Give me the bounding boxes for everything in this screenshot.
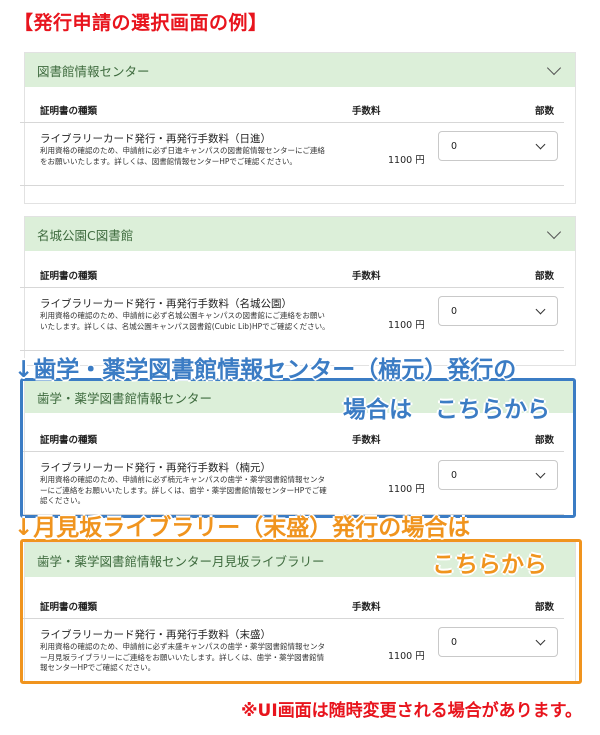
item-description: 利用資格の確認のため、申請前に必ず日進キャンパスの図書館情報センターにご連絡をお…: [40, 146, 325, 166]
callout-orange-line1: ↓月見坂ライブラリー（末盛）発行の場合は: [14, 515, 471, 541]
col-qty: 部数: [534, 106, 554, 117]
quantity-value: 0: [451, 305, 458, 317]
quantity-value: 0: [451, 140, 458, 152]
item-description: 利用資格の確認のため、申請前に必ず名城公園キャンパスの図書館にご連絡をお願いいた…: [40, 311, 330, 331]
fee-table: 証明書の種類 手数料 部数 ライブラリーカード発行・再発行手数料（名城公園） 利…: [20, 263, 564, 351]
chevron-down-icon[interactable]: [546, 60, 562, 75]
table-header: 証明書の種類 手数料 部数: [20, 98, 564, 123]
item-name: ライブラリーカード発行・再発行手数料（日進）: [40, 133, 271, 145]
callout-orange-line2: こちらから: [432, 552, 547, 578]
disclaimer-note: ※UI画面は随時変更される場合があります。: [241, 701, 582, 721]
panel-header[interactable]: 図書館情報センター: [25, 53, 575, 87]
chevron-down-icon: [535, 304, 546, 315]
col-type: 証明書の種類: [40, 271, 98, 282]
panel-header[interactable]: 名城公園C図書館: [25, 217, 575, 251]
table-row: ライブラリーカード発行・再発行手数料（日進） 利用資格の確認のため、申請前に必ず…: [20, 123, 564, 186]
quantity-select[interactable]: 0: [438, 131, 558, 161]
col-type: 証明書の種類: [40, 106, 98, 117]
table-header: 証明書の種類 手数料 部数: [20, 263, 564, 288]
col-fee: 手数料: [352, 271, 381, 282]
callout-blue-line2: 場合は こちらから: [343, 397, 550, 423]
col-fee: 手数料: [352, 106, 381, 117]
panel-header-label: 名城公園C図書館: [37, 227, 134, 243]
item-price: 1100 円: [388, 155, 425, 166]
item-price: 1100 円: [388, 320, 425, 331]
callout-blue-line1: ↓歯学・薬学図書館情報センター（楠元）発行の: [14, 357, 517, 383]
item-name: ライブラリーカード発行・再発行手数料（名城公園）: [40, 298, 292, 310]
table-row: ライブラリーカード発行・再発行手数料（名城公園） 利用資格の確認のため、申請前に…: [20, 288, 564, 351]
col-qty: 部数: [534, 271, 554, 282]
fee-table: 証明書の種類 手数料 部数 ライブラリーカード発行・再発行手数料（日進） 利用資…: [20, 98, 564, 186]
quantity-select[interactable]: 0: [438, 296, 558, 326]
chevron-down-icon: [535, 139, 546, 150]
page-title: 【発行申請の選択画面の例】: [14, 12, 268, 34]
chevron-down-icon[interactable]: [546, 224, 562, 239]
panel-header-label: 図書館情報センター: [37, 63, 150, 79]
